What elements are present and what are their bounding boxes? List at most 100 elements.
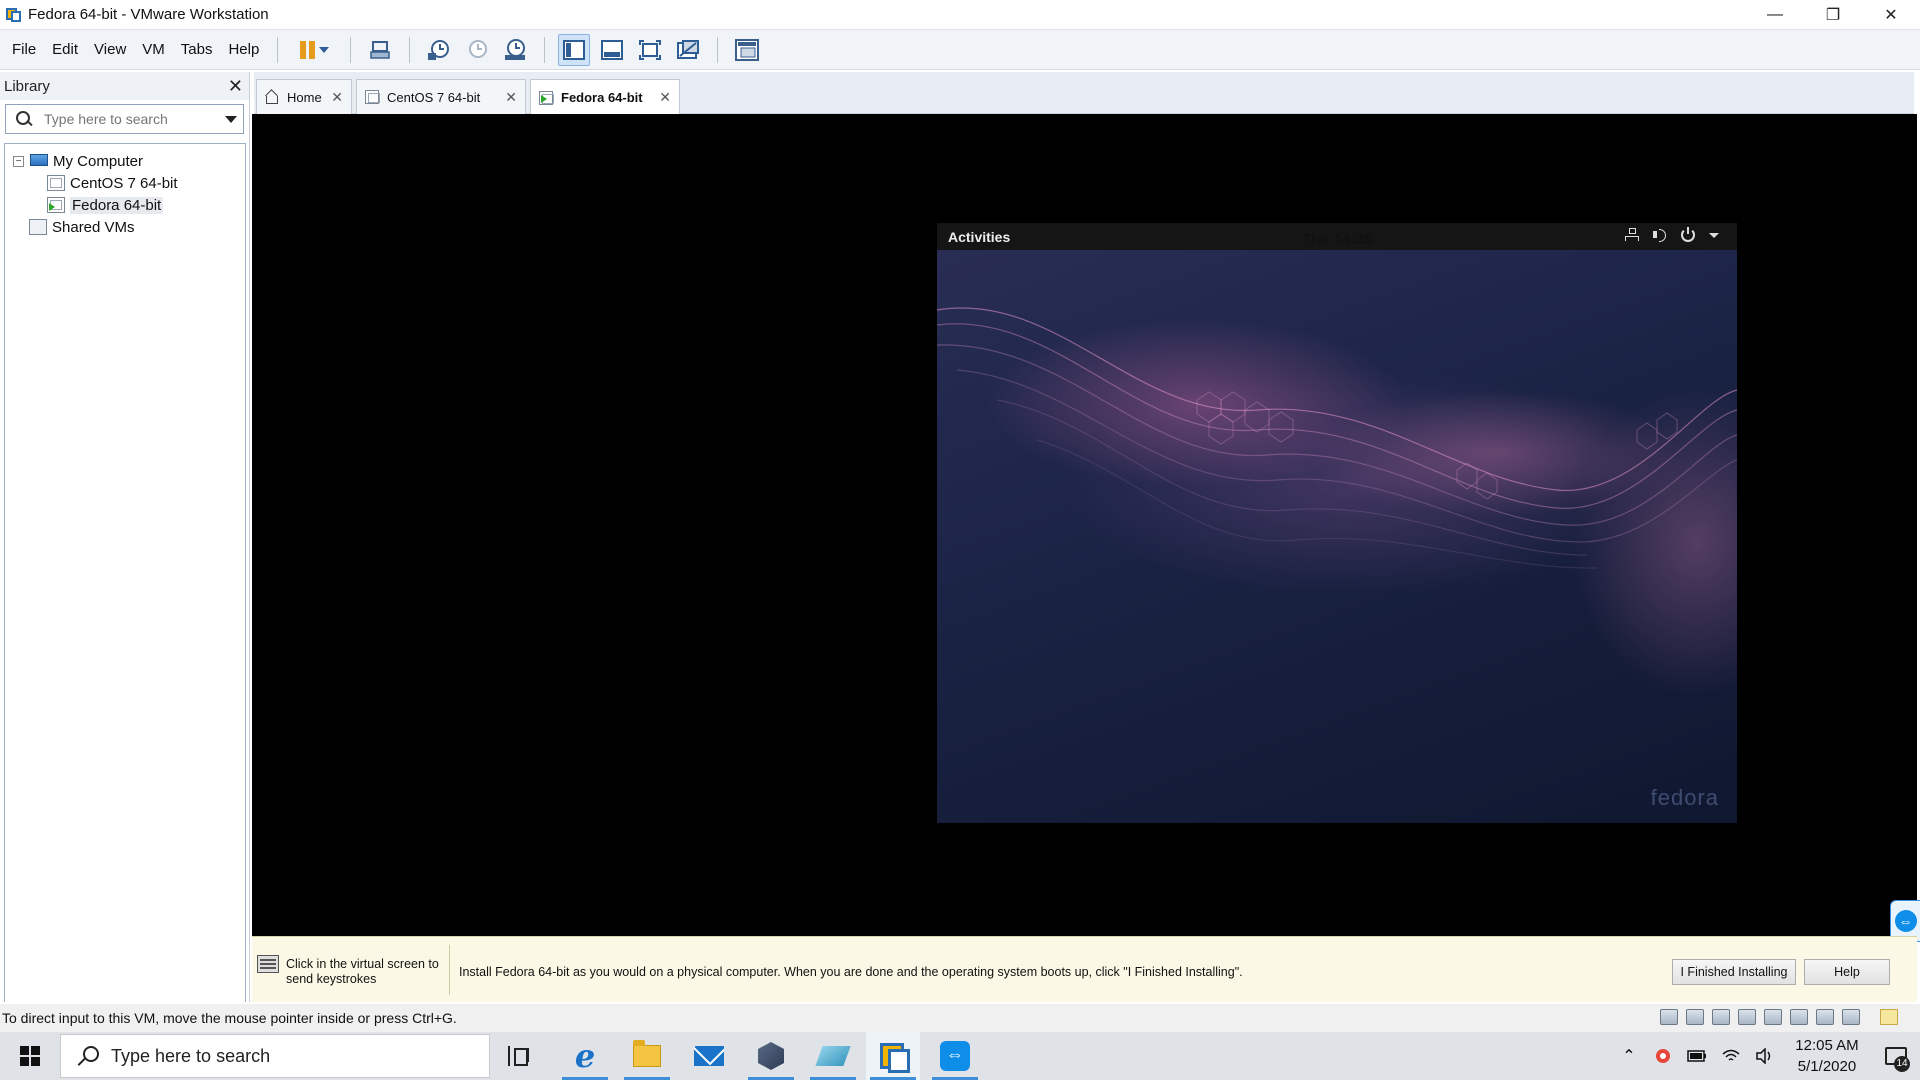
system-tray: ⌃ 12:05 AM 5/1/2020 14 xyxy=(1612,1032,1920,1080)
revert-snapshot-button[interactable] xyxy=(461,34,493,66)
full-screen-button[interactable] xyxy=(634,34,666,66)
clock-time: 12:05 AM xyxy=(1795,1037,1859,1054)
unity-button[interactable] xyxy=(672,34,704,66)
printer-icon[interactable] xyxy=(1790,1009,1808,1025)
chevron-down-icon[interactable] xyxy=(225,115,237,123)
chevron-up-icon[interactable]: ⌃ xyxy=(1618,1047,1640,1065)
device-icons xyxy=(1660,1009,1860,1025)
library-header: Library ✕ xyxy=(0,72,249,100)
taskbar-clock[interactable]: 12:05 AM 5/1/2020 xyxy=(1782,1035,1872,1077)
tab-label: Home xyxy=(287,89,322,105)
library-search-input[interactable] xyxy=(44,111,225,127)
snapshot-manager-button[interactable] xyxy=(499,34,531,66)
pause-button[interactable] xyxy=(291,34,337,66)
tree-item-fedora[interactable]: Fedora 64-bit xyxy=(5,194,245,216)
close-library-button[interactable]: ✕ xyxy=(228,76,243,97)
revert-snapshot-icon xyxy=(469,39,488,58)
tree-item-label: CentOS 7 64-bit xyxy=(70,174,178,192)
taskbar-file-explorer[interactable] xyxy=(620,1032,674,1080)
taskbar-edge[interactable]: e xyxy=(558,1032,612,1080)
security-icon[interactable] xyxy=(1652,1047,1674,1065)
menu-tabs[interactable]: Tabs xyxy=(173,30,221,70)
wallpaper-mesh xyxy=(937,307,1737,569)
user-icon[interactable] xyxy=(1842,1009,1860,1025)
show-library-button[interactable] xyxy=(558,33,591,66)
wifi-icon[interactable] xyxy=(1720,1047,1742,1065)
menu-file[interactable]: File xyxy=(0,30,44,70)
tree-item-centos[interactable]: CentOS 7 64-bit xyxy=(5,172,245,194)
toolbar-separator xyxy=(277,36,279,63)
send-ctrl-alt-del-icon xyxy=(370,40,391,59)
restore-button[interactable]: ❐ xyxy=(1804,0,1862,30)
vm-display[interactable]: Thu 14:35 Activities fedora xyxy=(252,114,1917,936)
thumbnail-bar-button[interactable] xyxy=(596,34,628,66)
install-message: Install Fedora 64-bit as you would on a … xyxy=(459,965,1243,979)
chevron-down-icon xyxy=(318,46,329,53)
minimize-button[interactable]: — xyxy=(1746,0,1804,30)
console-view-icon xyxy=(735,38,760,61)
collapse-toggle[interactable]: − xyxy=(13,155,24,167)
action-center-button[interactable]: 14 xyxy=(1872,1032,1920,1080)
menu-help[interactable]: Help xyxy=(220,30,267,70)
power-icon xyxy=(1681,227,1695,242)
vm-icon xyxy=(365,90,380,104)
take-snapshot-button[interactable] xyxy=(423,34,455,66)
title-bar: Fedora 64-bit - VMware Workstation — ❐ ✕ xyxy=(0,0,1920,30)
home-icon xyxy=(265,90,279,104)
close-tab-button[interactable]: ✕ xyxy=(659,89,671,106)
send-ctrl-alt-del-button[interactable] xyxy=(364,34,396,66)
vmware-app-icon xyxy=(6,7,22,23)
library-title: Library xyxy=(4,77,50,95)
menu-vm[interactable]: VM xyxy=(134,30,173,70)
cd-dvd-icon[interactable] xyxy=(1686,1009,1704,1025)
tree-item-my-computer[interactable]: − My Computer xyxy=(5,150,245,172)
battery-icon[interactable] xyxy=(1686,1047,1708,1065)
taskbar-virtualbox[interactable] xyxy=(744,1032,798,1080)
search-icon xyxy=(77,1046,99,1066)
taskbar-mail[interactable] xyxy=(682,1032,736,1080)
console-view-button[interactable] xyxy=(731,34,763,66)
volume-icon xyxy=(1653,228,1667,242)
finished-installing-button[interactable]: I Finished Installing xyxy=(1672,959,1796,985)
display-icon[interactable] xyxy=(1764,1009,1782,1025)
thumbnail-bar-icon xyxy=(601,39,624,60)
tab-centos[interactable]: CentOS 7 64-bit ✕ xyxy=(356,79,526,114)
gnome-clock[interactable]: Thu 14:35 xyxy=(937,229,1737,250)
close-tab-button[interactable]: ✕ xyxy=(331,89,343,106)
network-adapter-icon[interactable] xyxy=(1712,1009,1730,1025)
sound-card-icon[interactable] xyxy=(1816,1009,1834,1025)
tab-home[interactable]: Home ✕ xyxy=(256,79,352,114)
fedora-watermark: fedora xyxy=(1650,785,1719,810)
taskbar-teamviewer[interactable] xyxy=(928,1032,982,1080)
taskbar-vmware[interactable] xyxy=(866,1032,920,1080)
close-window-button[interactable]: ✕ xyxy=(1862,0,1920,30)
teamviewer-icon xyxy=(940,1041,970,1071)
message-log-icon[interactable] xyxy=(1880,1009,1898,1025)
window-controls: — ❐ ✕ xyxy=(1746,0,1920,30)
taskbar-app[interactable] xyxy=(806,1032,860,1080)
pause-icon xyxy=(299,40,315,59)
gnome-system-menu[interactable] xyxy=(1625,227,1719,242)
menu-edit[interactable]: Edit xyxy=(44,30,86,70)
volume-icon[interactable] xyxy=(1754,1047,1776,1065)
hard-disk-icon[interactable] xyxy=(1660,1009,1678,1025)
taskbar-search[interactable]: Type here to search xyxy=(60,1034,490,1078)
task-view-icon[interactable] xyxy=(508,1046,530,1066)
tab-fedora[interactable]: Fedora 64-bit ✕ xyxy=(530,79,680,115)
library-search[interactable] xyxy=(5,104,244,134)
vmware-icon xyxy=(880,1043,910,1073)
usb-icon[interactable] xyxy=(1738,1009,1756,1025)
close-tab-button[interactable]: ✕ xyxy=(505,89,517,106)
guest-screen[interactable]: Thu 14:35 Activities fedora xyxy=(937,223,1737,823)
taskbar-search-placeholder: Type here to search xyxy=(111,1045,271,1066)
teamviewer-icon xyxy=(1894,910,1917,932)
menu-view[interactable]: View xyxy=(86,30,134,70)
help-button[interactable]: Help xyxy=(1804,959,1890,985)
tree-item-shared-vms[interactable]: Shared VMs xyxy=(5,216,245,238)
activities-button[interactable]: Activities xyxy=(948,229,1010,245)
keystroke-hint-line1: Click in the virtual screen to xyxy=(286,957,439,971)
start-button[interactable] xyxy=(0,1032,60,1080)
install-hint-bar: Click in the virtual screen to send keys… xyxy=(252,936,1917,1002)
status-bar: To direct input to this VM, move the mou… xyxy=(0,1004,1920,1032)
windows-logo-icon xyxy=(20,1046,40,1066)
